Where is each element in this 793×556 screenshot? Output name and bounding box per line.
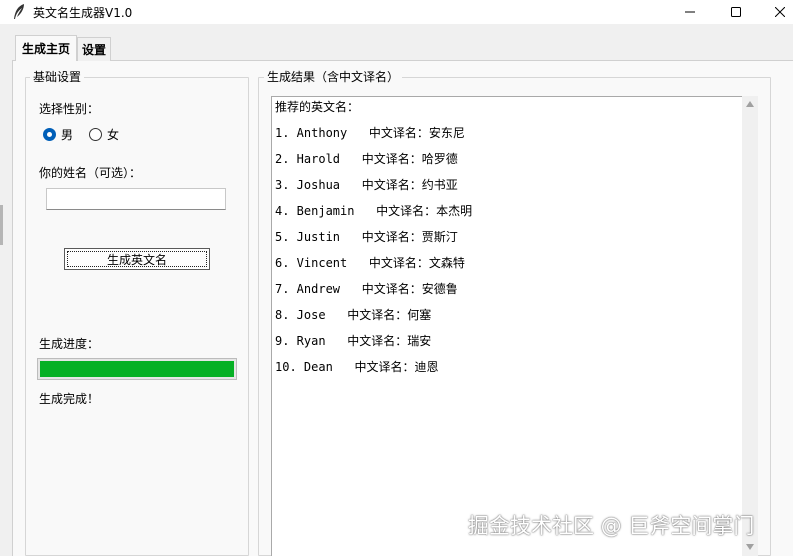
gender-female-label: 女 <box>107 128 120 142</box>
result-line: 6. Vincent 中文译名：文森特 <box>275 256 465 270</box>
status-text: 生成完成！ <box>39 392 100 406</box>
tab-main[interactable]: 生成主页 <box>15 35 77 61</box>
close-button[interactable] <box>757 0 793 24</box>
close-icon <box>775 7 785 17</box>
window-title: 英文名生成器V1.0 <box>33 6 133 20</box>
scroll-up-arrow-icon[interactable] <box>746 101 754 107</box>
radio-checked-icon <box>43 128 56 141</box>
result-line: 3. Joshua 中文译名：约书亚 <box>275 178 458 192</box>
result-line: 4. Benjamin 中文译名：本杰明 <box>275 204 473 218</box>
results-list: 1. Anthony 中文译名：安东尼 2. Harold 中文译名：哈罗德 3. … <box>275 125 739 385</box>
notebook-tabs: 生成主页 设置 <box>0 24 793 61</box>
gender-male-radio[interactable]: 男 <box>43 126 73 143</box>
name-input[interactable] <box>46 188 226 210</box>
generate-button-label: 生成英文名 <box>106 252 167 267</box>
tab-settings-label: 设置 <box>81 43 106 57</box>
radio-unchecked-icon <box>89 128 102 141</box>
name-label: 你的姓名（可选）： <box>39 166 142 180</box>
gender-label: 选择性别： <box>39 102 100 116</box>
gender-male-label: 男 <box>61 128 74 142</box>
feather-icon <box>12 3 26 21</box>
progress-bar <box>37 358 237 380</box>
maximize-icon <box>731 7 741 17</box>
progress-label: 生成进度： <box>39 337 100 351</box>
title-bar: 英文名生成器V1.0 <box>0 0 793 24</box>
tab-settings[interactable]: 设置 <box>77 37 111 61</box>
result-line: 5. Justin 中文译名：贾斯汀 <box>275 230 458 244</box>
result-line: 1. Anthony 中文译名：安东尼 <box>275 126 465 140</box>
result-line: 2. Harold 中文译名：哈罗德 <box>275 152 458 166</box>
scroll-down-arrow-icon[interactable] <box>746 544 754 550</box>
basic-settings-title: 基础设置 <box>30 68 85 85</box>
result-line: 9. Ryan 中文译名：瑞安 <box>275 334 432 348</box>
basic-settings-frame <box>25 77 249 556</box>
tab-main-label: 生成主页 <box>21 42 70 56</box>
edge-strip <box>0 205 3 245</box>
result-line: 7. Andrew 中文译名：安德鲁 <box>275 282 458 296</box>
generate-button[interactable]: 生成英文名 <box>64 248 210 270</box>
results-header: 推荐的英文名： <box>275 100 360 114</box>
results-title: 生成结果（含中文译名） <box>264 68 403 85</box>
minimize-button[interactable] <box>667 0 713 24</box>
results-textarea[interactable]: 推荐的英文名： 1. Anthony 中文译名：安东尼 2. Harold 中文译… <box>271 96 742 556</box>
watermark: 掘金技术社区 @ 巨斧空间掌门 <box>468 514 755 538</box>
result-line: 10. Dean 中文译名：迪恩 <box>275 360 439 374</box>
gender-female-radio[interactable]: 女 <box>89 126 119 143</box>
minimize-icon <box>685 7 695 17</box>
app-window: 英文名生成器V1.0 生成主页 设置 基础设置 选择性别： 男 女 你的姓名（可… <box>0 0 793 556</box>
results-scrollbar[interactable] <box>742 96 758 556</box>
progress-fill <box>40 361 234 377</box>
maximize-button[interactable] <box>713 0 759 24</box>
result-line: 8. Jose 中文译名：何塞 <box>275 308 432 322</box>
